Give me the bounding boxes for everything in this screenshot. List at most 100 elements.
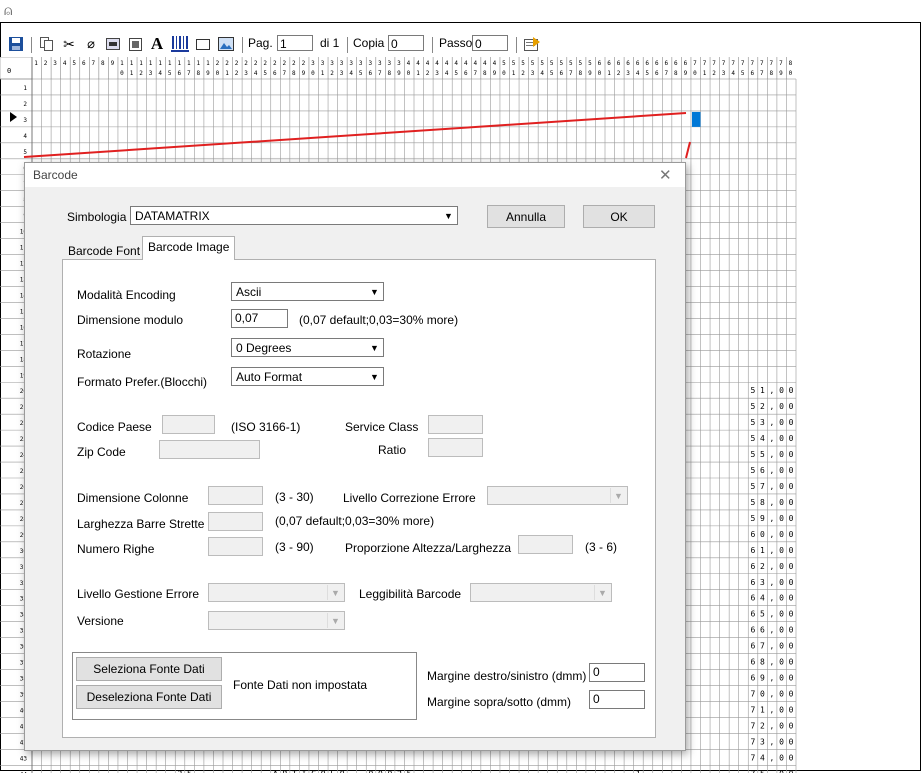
column-header-tens: 4	[407, 60, 411, 67]
column-header-units: 0	[407, 70, 411, 77]
save-icon[interactable]	[8, 34, 24, 54]
rows-input[interactable]	[208, 537, 263, 556]
module-input[interactable]: 0,07	[231, 309, 288, 328]
proportion-label: Proporzione Altezza/Larghezza	[345, 541, 512, 555]
column-header-tens: 7	[779, 60, 783, 67]
grid-cell-char: 0	[779, 498, 784, 507]
image-icon[interactable]	[104, 34, 122, 54]
column-header-tens: 7	[760, 60, 764, 67]
columns-input[interactable]	[208, 486, 263, 505]
column-header-units: 2	[139, 70, 143, 77]
grid-cell-char: 7	[750, 753, 755, 762]
grid-cell-char: 0	[779, 658, 784, 667]
cancel-button[interactable]: Annulla	[487, 205, 565, 228]
grid-cell-char: 5	[750, 466, 755, 475]
grid-cell-char: 6	[750, 530, 755, 539]
tab-barcode-image[interactable]: Barcode Image	[142, 236, 236, 260]
grid-cell-char: ,	[770, 769, 775, 773]
grid-cell-char: 0	[789, 466, 794, 475]
row-number: 3	[23, 117, 27, 124]
column-header-units: 9	[206, 70, 210, 77]
version-select[interactable]: ▼	[208, 611, 345, 630]
column-header-units: 3	[722, 70, 726, 77]
correction-select[interactable]: ▼	[487, 486, 628, 505]
module-label: Dimensione modulo	[77, 313, 184, 327]
column-header-tens: 5	[540, 60, 544, 67]
picture-icon[interactable]	[216, 34, 236, 54]
column-header-tens: 5	[502, 60, 506, 67]
column-header-tens: 5	[569, 60, 573, 67]
tab-barcode-font[interactable]: Barcode Font	[63, 242, 145, 260]
chevron-down-icon: ▼	[327, 585, 343, 600]
dialog-titlebar[interactable]: Barcode ✕	[25, 163, 685, 187]
grid-cell-char: 5	[760, 610, 765, 619]
page-input[interactable]: 1	[277, 35, 313, 51]
rotation-label: Rotazione	[77, 347, 132, 361]
grid-cell-char: 0	[779, 450, 784, 459]
grid-cell-char: 0	[789, 530, 794, 539]
proportion-input[interactable]	[518, 535, 573, 554]
separator	[432, 37, 433, 53]
column-header-units: 9	[684, 70, 688, 77]
symbology-select[interactable]: DATAMATRIX ▼	[130, 206, 458, 225]
column-header-units: 5	[550, 70, 554, 77]
column-header-units: 6	[559, 70, 563, 77]
narrow-label: Larghezza Barre Strette	[77, 517, 205, 531]
column-header-tens: 5	[588, 60, 592, 67]
ratio-input[interactable]	[428, 438, 483, 457]
select-source-button[interactable]: Seleziona Fonte Dati	[76, 657, 222, 681]
copy-input[interactable]: 0	[388, 35, 424, 51]
country-input[interactable]	[162, 415, 215, 434]
grid-cell-char: 0	[779, 386, 784, 395]
grid-cell-char: ,	[770, 578, 775, 587]
grid-cell-char: 0	[760, 689, 765, 698]
zip-input[interactable]	[159, 440, 260, 459]
column-header-units: 7	[569, 70, 573, 77]
error-mgmt-select[interactable]: ▼	[208, 583, 345, 602]
grid-cell-char: 8	[760, 498, 765, 507]
cut-icon[interactable]: ✂	[60, 34, 78, 54]
format-select[interactable]: Auto Format ▼	[231, 367, 384, 386]
margin-lr-input[interactable]: 0	[589, 663, 645, 682]
rotation-select[interactable]: 0 Degrees ▼	[231, 338, 384, 357]
selected-cell[interactable]	[683, 112, 693, 125]
text-icon[interactable]: A	[148, 34, 166, 54]
grid-cell-char: 5	[750, 418, 755, 427]
readability-select[interactable]: ▼	[470, 583, 612, 602]
column-header-units: 2	[330, 70, 334, 77]
grid-cell-char: 0	[779, 482, 784, 491]
grid-cell-char: ,	[770, 562, 775, 571]
column-header-units: 9	[397, 70, 401, 77]
eraser-icon[interactable]: ⌀	[82, 34, 100, 54]
grid-cell-char: 5	[407, 769, 412, 773]
ratio-label: Ratio	[378, 443, 407, 457]
column-header-units: 2	[235, 70, 239, 77]
grid-cell-char: ,	[770, 721, 775, 730]
grid-cell-char: 0	[779, 721, 784, 730]
service-input[interactable]	[428, 415, 483, 434]
column-header-tens: 3	[340, 60, 344, 67]
copy-icon[interactable]	[38, 34, 56, 54]
step-input[interactable]: 0	[472, 35, 508, 51]
field-icon[interactable]	[126, 34, 144, 54]
column-header-0: 0	[7, 67, 11, 75]
column-header-number: 8	[101, 60, 105, 67]
column-header-units: 7	[378, 70, 382, 77]
rectangle-icon[interactable]	[194, 34, 212, 54]
grid-cell-char: 6	[760, 466, 765, 475]
grid-cell-char: 0	[789, 769, 794, 773]
deselect-source-button[interactable]: Deseleziona Fonte Dati	[76, 685, 222, 709]
margin-tb-input[interactable]: 0	[589, 690, 645, 709]
export-icon[interactable]	[522, 34, 542, 54]
column-header-tens: 3	[388, 60, 392, 67]
barcode-icon[interactable]	[170, 34, 190, 54]
narrow-input[interactable]	[208, 512, 263, 531]
chevron-down-icon: ▼	[444, 210, 453, 221]
column-header-units: 9	[493, 70, 497, 77]
encoding-select[interactable]: Ascii ▼	[231, 282, 384, 301]
close-icon[interactable]: ✕	[659, 166, 672, 184]
grid-cell-char: 0	[789, 642, 794, 651]
grid-cell-char: 0	[789, 514, 794, 523]
column-header-units: 5	[741, 70, 745, 77]
ok-button[interactable]: OK	[583, 205, 655, 228]
